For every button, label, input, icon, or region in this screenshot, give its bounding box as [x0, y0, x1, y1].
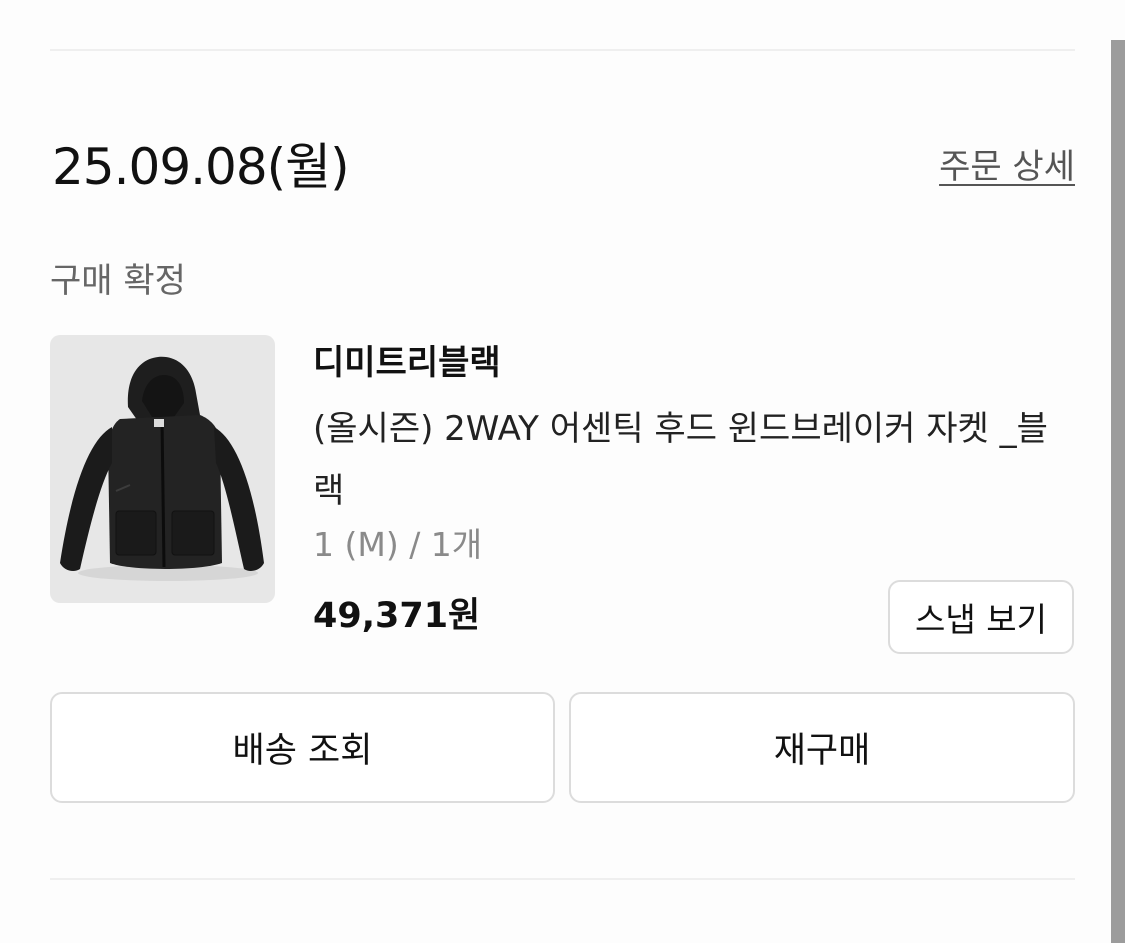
rebuy-button[interactable]: 재구매 [569, 692, 1075, 803]
top-divider [50, 49, 1075, 51]
brand-name[interactable]: 디미트리블랙 [313, 340, 501, 386]
scrollbar[interactable] [1111, 40, 1125, 943]
product-price: 49,371원 [313, 596, 481, 636]
order-detail-link[interactable]: 주문 상세 [939, 144, 1075, 190]
order-status: 구매 확정 [50, 261, 186, 301]
bottom-divider [50, 878, 1075, 880]
jacket-image-icon [60, 356, 264, 581]
track-delivery-button[interactable]: 배송 조회 [50, 692, 555, 803]
product-image[interactable] [50, 335, 275, 603]
product-name[interactable]: (올시즌) 2WAY 어센틱 후드 윈드브레이커 자켓 _블랙 [313, 398, 1073, 522]
product-option: 1 (M) / 1개 [313, 525, 483, 564]
snap-view-button[interactable]: 스냅 보기 [888, 580, 1074, 654]
order-date: 25.09.08(월) [52, 138, 350, 196]
